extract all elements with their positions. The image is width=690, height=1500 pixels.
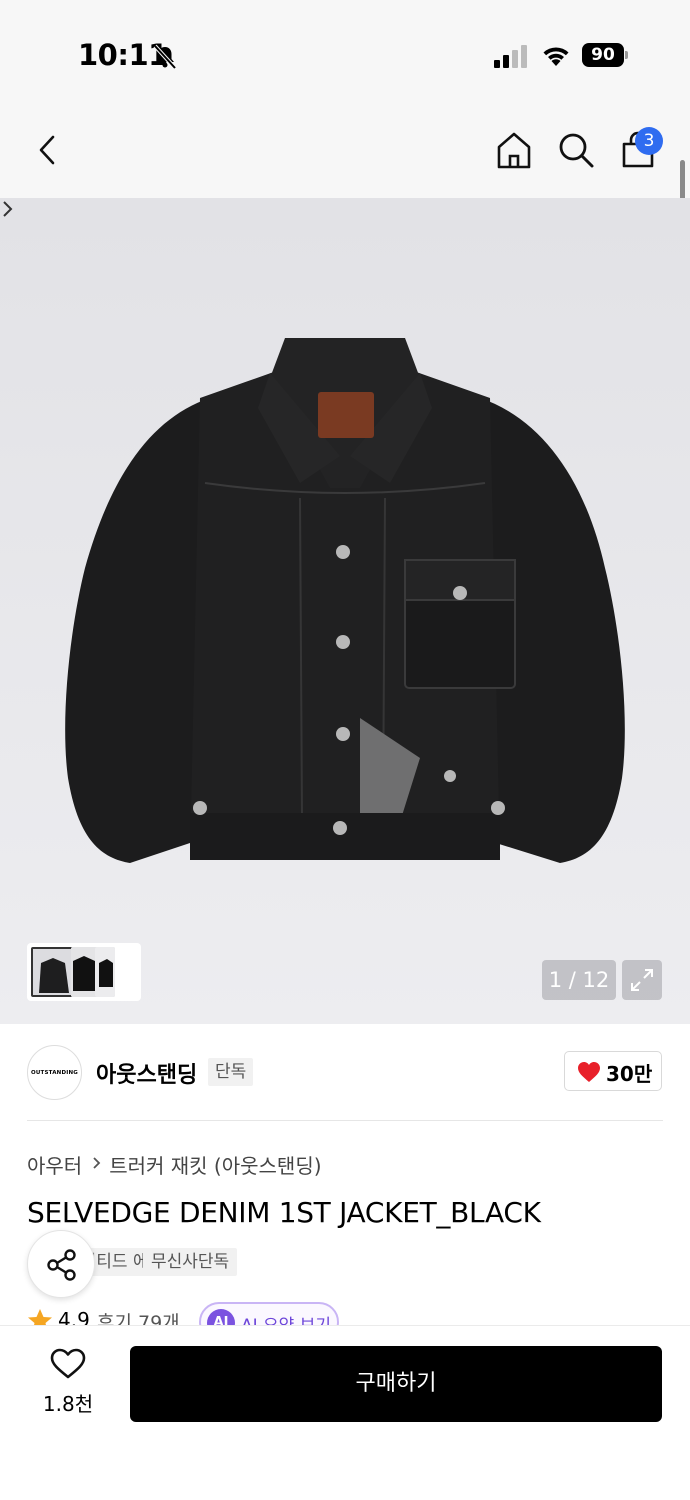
thumbnail-strip[interactable] [27,943,141,1001]
brand-like-button[interactable]: 30만 [564,1051,662,1091]
product-image-gallery[interactable]: 1 / 12 [0,198,690,1024]
rating-value: 4.9 [58,1308,90,1326]
breadcrumb-subcategory[interactable]: 트러커 재킷 (아웃스탠딩) [109,1154,321,1178]
product-title: SELVEDGE DENIM 1ST JACKET_BLACK [27,1196,541,1229]
battery-indicator: 90 [582,43,628,67]
breadcrumb: 아우터 트러커 재킷 (아웃스탠딩) [27,1150,322,1179]
thumbnail-image[interactable] [95,947,115,997]
back-arrow-icon[interactable] [30,132,66,168]
image-page-counter: 1 / 12 [542,960,616,1000]
bottom-action-bar: 1.8천 구매하기 [0,1325,690,1500]
wifi-icon [543,47,569,66]
home-icon[interactable] [494,130,534,170]
battery-level: 90 [582,43,624,67]
heart-outline-icon [50,1348,86,1379]
ai-summary-label: AI 요약 보기 [241,1316,332,1326]
star-icon [28,1309,52,1326]
wishlist-button[interactable]: 1.8천 [30,1348,106,1424]
product-image [0,198,690,1024]
divider [27,1120,663,1121]
wishlist-count: 1.8천 [42,1392,94,1416]
chevron-right-icon[interactable] [0,198,16,220]
thumbnail-image[interactable] [71,947,97,997]
breadcrumb-category[interactable]: 아우터 [27,1154,82,1178]
thumbnail-image[interactable] [31,947,73,997]
rating-row: 4.9 후기 79개 AI AI 요약 보기 [27,1302,667,1326]
heart-filled-icon [578,1062,600,1082]
top-nav-bar [0,100,690,198]
brand-logo[interactable]: OUTSTANDING [27,1045,82,1100]
battery-tip [625,51,628,59]
buy-button[interactable]: 구매하기 [130,1346,662,1422]
ai-summary-button[interactable]: AI AI 요약 보기 [199,1302,339,1326]
review-count-link[interactable]: 후기 79개 [97,1308,180,1326]
cellular-signal-icon [494,45,527,68]
chevron-right-icon [93,1157,101,1169]
exclusive-badge: 단독 [208,1058,254,1086]
cart-count-badge: 3 [635,127,663,155]
brand-like-count: 30만 [606,1062,653,1086]
status-bar: 10:11 90 [0,0,690,100]
share-button[interactable] [27,1230,95,1298]
share-icon [47,1249,76,1281]
bell-mute-icon [153,44,177,70]
expand-button[interactable] [622,960,662,1000]
search-icon[interactable] [556,130,596,170]
ai-badge: AI [207,1309,235,1326]
brand-name[interactable]: 아웃스탠딩 [96,1057,197,1089]
expand-icon [631,969,653,991]
product-tag: 무신사단독 [143,1248,238,1276]
